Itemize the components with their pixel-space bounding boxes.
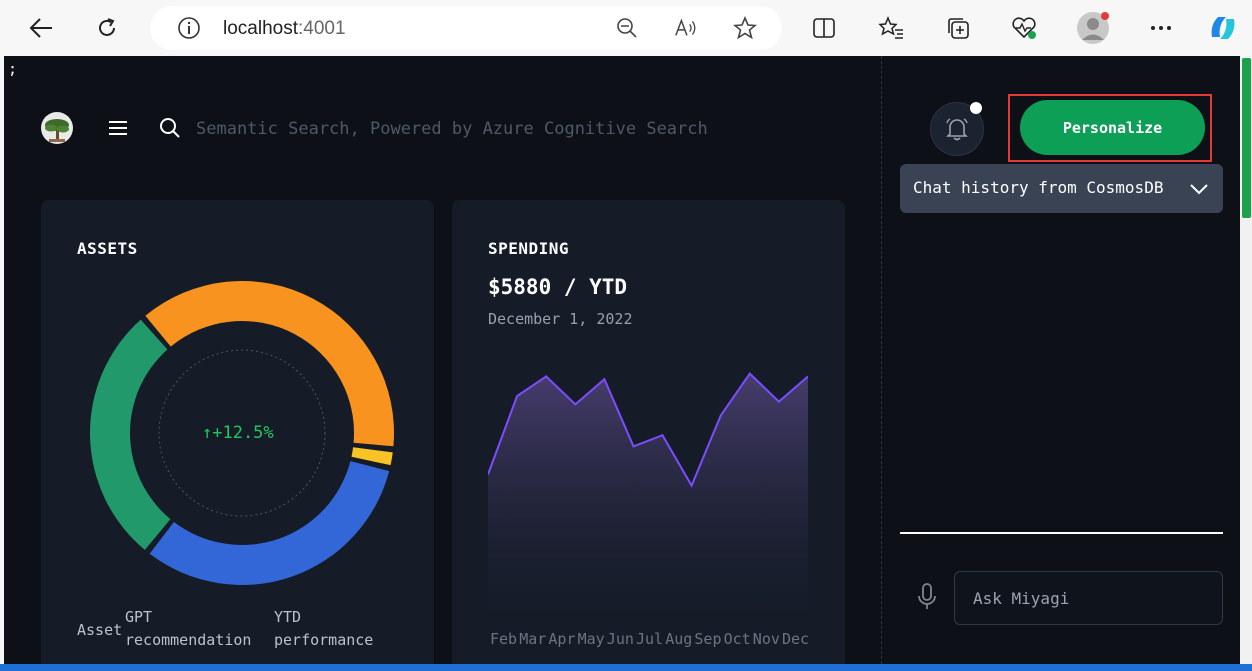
favorites-list-icon[interactable]: [871, 8, 911, 48]
assets-growth-value: ↑+12.5%: [202, 423, 274, 443]
browser-toolbar: localhost:4001: [0, 0, 1252, 56]
copilot-icon[interactable]: [1203, 8, 1243, 48]
month-label: Mar: [519, 630, 547, 648]
refresh-icon[interactable]: [87, 8, 127, 48]
assets-title: ASSETS: [77, 239, 138, 258]
legend-item-ytd-performance: YTD performance: [274, 608, 374, 649]
spending-card: SPENDING $5880 / YTD December 1, 2022 Fe…: [452, 200, 845, 664]
spending-title: SPENDING: [488, 239, 570, 258]
bell-icon: [946, 118, 968, 141]
browser-health-icon[interactable]: [1004, 8, 1044, 48]
favorite-star-icon[interactable]: [733, 16, 757, 40]
chevron-down-icon: [1190, 184, 1208, 195]
legend-item-gpt-recommendation: GPT recommendation: [125, 608, 252, 649]
more-options-icon[interactable]: [1141, 8, 1181, 48]
search-input[interactable]: [194, 114, 758, 144]
back-arrow-icon[interactable]: [21, 8, 61, 48]
donut-slice-blue: [149, 461, 390, 585]
personalize-button[interactable]: Personalize: [1020, 100, 1205, 155]
split-screen-icon[interactable]: [804, 8, 844, 48]
month-label: Oct: [723, 630, 751, 648]
collections-icon[interactable]: [938, 8, 978, 48]
search-icon: [159, 117, 181, 139]
profile-avatar[interactable]: [1073, 8, 1113, 48]
stray-text: ;: [8, 60, 18, 78]
app-viewport: ; ASSETS ↑+12.5% Asset GPT recommendatio…: [4, 56, 1240, 664]
month-label: Apr: [548, 630, 576, 648]
zoom-out-icon[interactable]: [615, 16, 639, 40]
month-label: Dec: [782, 630, 810, 648]
ask-miyagi-input[interactable]: [954, 571, 1223, 625]
microphone-icon[interactable]: [915, 582, 939, 612]
donut-slice-green: [90, 319, 171, 550]
info-icon[interactable]: [177, 16, 201, 40]
month-label: Jun: [606, 630, 634, 648]
notification-dot: [970, 102, 982, 114]
spending-amount: $5880 / YTD: [488, 275, 628, 299]
scrollbar-thumb[interactable]: [1242, 58, 1251, 218]
month-label: Aug: [665, 630, 693, 648]
assets-card: ASSETS ↑+12.5% Asset GPT recommendation …: [41, 200, 434, 664]
chat-history-select[interactable]: Chat history from CosmosDB: [900, 164, 1223, 213]
taskbar-strip: [0, 664, 1252, 671]
month-label: Jul: [636, 630, 664, 648]
month-label: Feb: [490, 630, 518, 648]
hamburger-menu-icon[interactable]: [107, 118, 129, 138]
chat-separator: [900, 532, 1223, 534]
spending-date: December 1, 2022: [488, 310, 633, 328]
address-bar[interactable]: localhost:4001: [150, 6, 782, 50]
app-logo[interactable]: [41, 112, 73, 144]
month-label: Nov: [752, 630, 780, 648]
chat-history-label: Chat history from CosmosDB: [913, 178, 1164, 197]
donut-slice-yellow: [351, 447, 393, 466]
read-aloud-icon[interactable]: [674, 16, 698, 40]
panel-divider: [881, 56, 882, 664]
month-label: Sep: [694, 630, 722, 648]
legend-item-asset: Asset: [77, 621, 123, 639]
spending-area-chart: [488, 372, 808, 620]
donut-slice-orange: [145, 280, 394, 447]
month-label: May: [577, 630, 605, 648]
url-text[interactable]: localhost:4001: [223, 18, 346, 40]
spending-area-fill: [488, 373, 808, 620]
